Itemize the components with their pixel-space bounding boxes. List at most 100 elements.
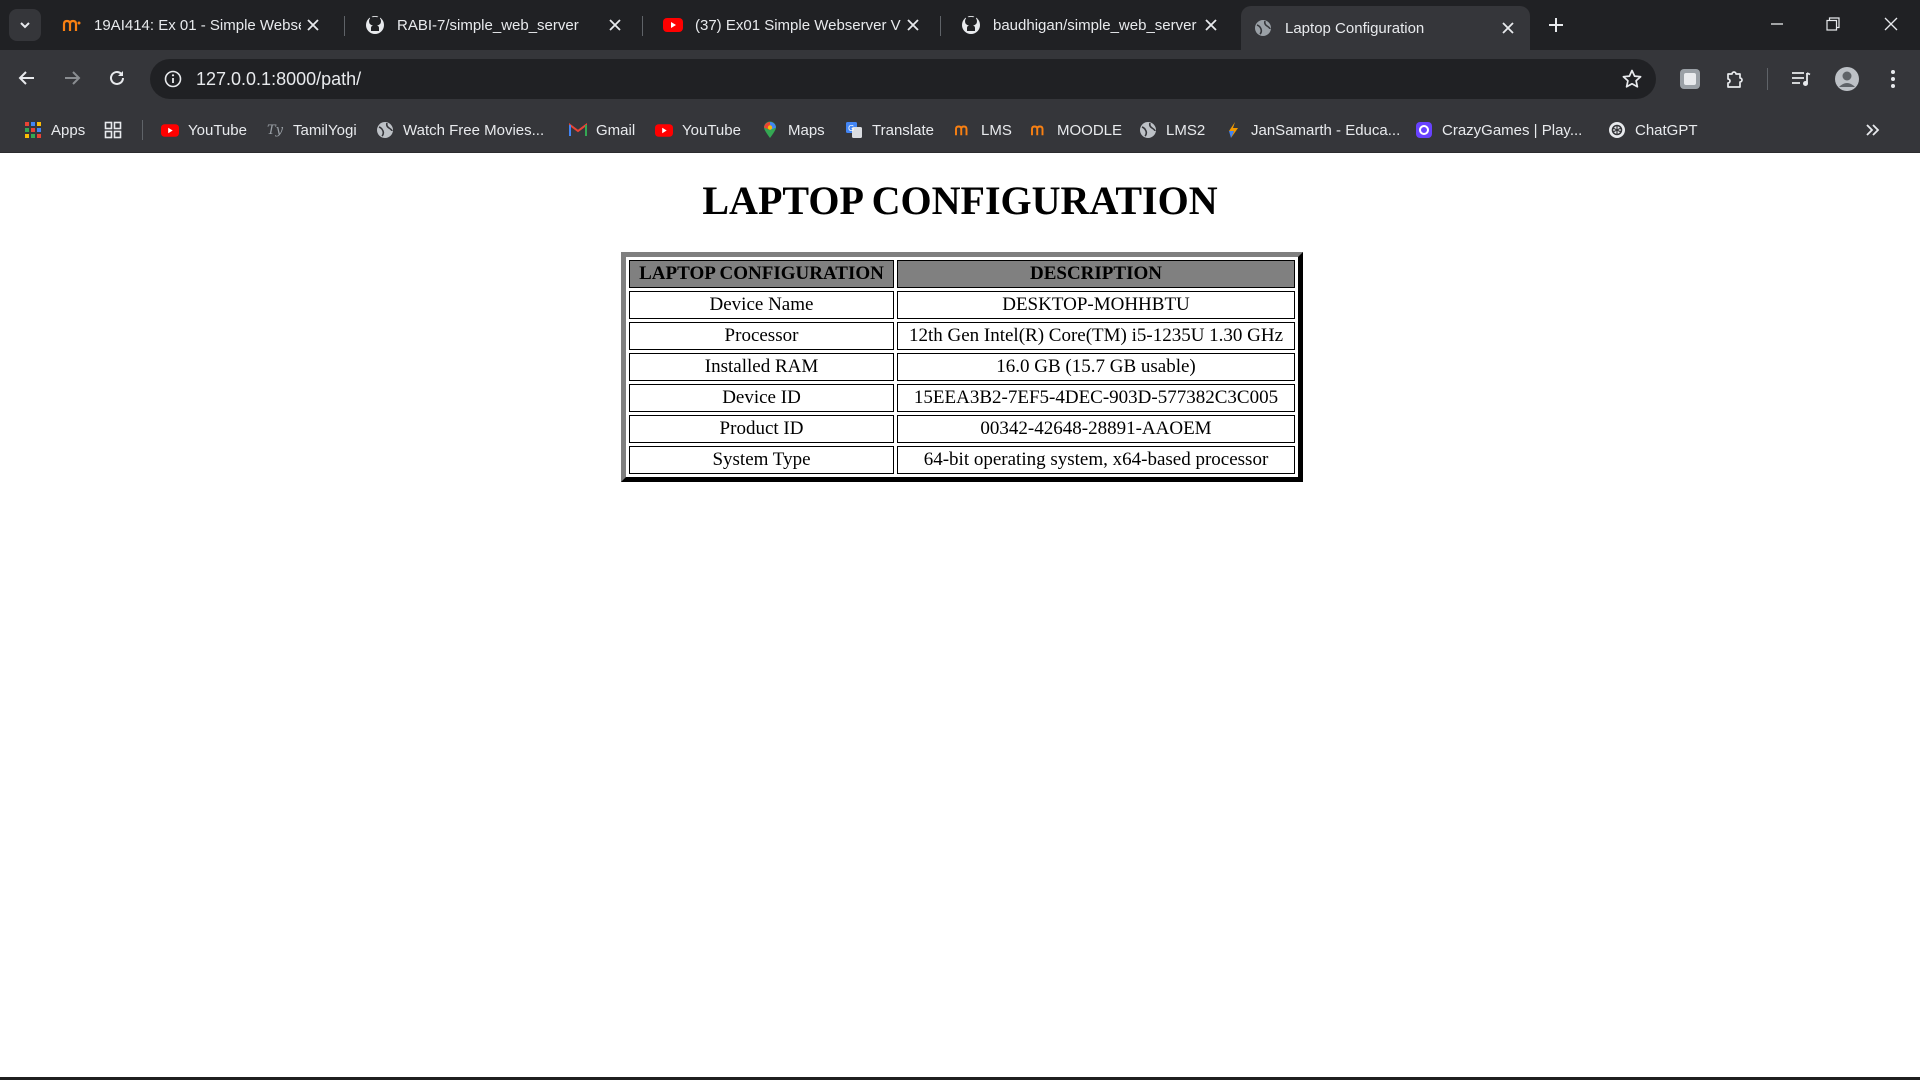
bookmark-gmail[interactable]: Gmail (569, 118, 635, 142)
tab-separator (940, 16, 941, 36)
moodle-icon (1030, 121, 1048, 139)
table-row: Processor 12th Gen Intel(R) Core(TM) i5-… (629, 322, 1295, 350)
bookmark-label: YouTube (188, 121, 247, 139)
bookmark-watch-free-movies[interactable]: Watch Free Movies... (376, 118, 544, 142)
minimize-button[interactable] (1754, 0, 1800, 48)
profile-avatar[interactable] (1832, 64, 1862, 94)
bookmark-label: ChatGPT (1635, 121, 1698, 139)
bookmark-label: MOODLE (1057, 121, 1123, 139)
tab-title: 19AI414: Ex 01 - Simple Webser (94, 16, 301, 34)
tab-moodle-ex01[interactable]: 19AI414: Ex 01 - Simple Webser (50, 6, 335, 44)
tab-separator (642, 16, 643, 36)
tab-github-baudhigan[interactable]: baudhigan/simple_web_server (949, 6, 1233, 44)
close-icon[interactable] (1496, 16, 1520, 40)
bookmark-lms2[interactable]: LMS2 (1139, 118, 1205, 142)
arrow-right-icon (65, 71, 81, 85)
chevron-down-icon (20, 22, 30, 29)
close-icon[interactable] (301, 13, 325, 37)
globe-icon (1139, 121, 1157, 139)
menu-button[interactable] (1878, 64, 1908, 94)
table-row: System Type 64-bit operating system, x64… (629, 446, 1295, 474)
bookmark-tamilyogi[interactable]: Ty TamilYogi (266, 118, 357, 142)
table-cell-value: 64-bit operating system, x64-based proce… (897, 446, 1295, 474)
close-icon[interactable] (1199, 13, 1223, 37)
bookmark-label: LMS (981, 121, 1012, 139)
close-icon[interactable] (901, 13, 925, 37)
bookmark-apps[interactable]: Apps (24, 118, 85, 142)
bookmark-label: Maps (788, 121, 825, 139)
reload-button[interactable] (100, 61, 134, 95)
bookmark-maps[interactable]: Maps (761, 118, 825, 142)
toolbar: 127.0.0.1:8000/path/ (0, 50, 1920, 108)
tab-github-rabi[interactable]: RABI-7/simple_web_server (353, 6, 637, 44)
bookmarks-overflow-button[interactable] (1865, 118, 1881, 142)
bookmark-translate[interactable]: G Translate (845, 118, 934, 142)
tab-title: RABI-7/simple_web_server (397, 16, 579, 34)
tab-youtube-ex01[interactable]: (37) Ex01 Simple Webserver VS (651, 6, 935, 44)
bookmark-tab-groups[interactable] (104, 118, 131, 142)
table-cell-label: System Type (629, 446, 894, 474)
url-text[interactable]: 127.0.0.1:8000/path/ (196, 69, 361, 90)
restore-button[interactable] (1810, 0, 1856, 48)
tab-separator (344, 16, 345, 36)
table-cell-label: Processor (629, 322, 894, 350)
toolbar-divider (1767, 68, 1768, 90)
bookmark-youtube-2[interactable]: YouTube (655, 118, 741, 142)
bookmark-label: Gmail (596, 121, 636, 139)
moodle-icon (954, 121, 972, 139)
tab-title: baudhigan/simple_web_server (993, 16, 1197, 34)
tab-strip: 19AI414: Ex 01 - Simple Webser RABI-7/si… (0, 0, 1920, 50)
table-header: DESCRIPTION (897, 260, 1295, 288)
puzzle-icon (1727, 71, 1743, 88)
table-row: Device Name DESKTOP-MOHHBTU (629, 291, 1295, 319)
page-title: LAPTOP CONFIGURATION (702, 178, 1218, 223)
bookmark-label: Apps (51, 121, 86, 139)
extensions-button[interactable] (1721, 64, 1751, 94)
site-info-icon[interactable] (160, 66, 186, 92)
close-window-button[interactable] (1868, 0, 1914, 48)
crazygames-icon (1415, 121, 1433, 139)
table-row: Product ID 00342-42648-28891-AAOEM (629, 415, 1295, 443)
forward-button[interactable] (55, 61, 89, 95)
bookmark-youtube[interactable]: YouTube (161, 118, 247, 142)
more-vert-icon (1891, 70, 1895, 88)
arrow-left-icon (18, 71, 34, 85)
minimize-icon (1771, 23, 1783, 25)
bookmark-label: Watch Free Movies... (403, 121, 545, 139)
reload-icon (110, 70, 124, 85)
table-cell-value: 15EEA3B2-7EF5-4DEC-903D-577382C3C005 (897, 384, 1295, 412)
grid-icon (104, 121, 122, 139)
restore-icon (1826, 17, 1840, 31)
bookmark-label: YouTube (682, 121, 741, 139)
table-cell-label: Installed RAM (629, 353, 894, 381)
youtube-icon (663, 15, 683, 35)
table-cell-label: Product ID (629, 415, 894, 443)
github-icon (365, 15, 385, 35)
plus-icon (1549, 18, 1563, 32)
youtube-icon (161, 121, 179, 139)
bookmark-label: CrazyGames | Play... (1442, 121, 1583, 139)
bookmarks-divider (142, 120, 143, 140)
bookmark-crazygames[interactable]: CrazyGames | Play... (1415, 118, 1582, 142)
bookmark-moodle[interactable]: MOODLE (1030, 118, 1122, 142)
media-control-button[interactable] (1786, 64, 1816, 94)
bookmark-label: JanSamarth - Educa... (1251, 121, 1401, 139)
youtube-icon (655, 121, 673, 139)
bookmark-chatgpt[interactable]: ChatGPT (1608, 118, 1698, 142)
extension-button[interactable] (1675, 64, 1705, 94)
bookmark-jansamarth[interactable]: JanSamarth - Educa... (1224, 118, 1400, 142)
configuration-table: LAPTOP CONFIGURATION DESCRIPTION Device … (621, 252, 1303, 482)
bookmark-lms[interactable]: LMS (954, 118, 1012, 142)
bookmark-label: Translate (872, 121, 934, 139)
github-icon (961, 15, 981, 35)
table-row: Device ID 15EEA3B2-7EF5-4DEC-903D-577382… (629, 384, 1295, 412)
back-button[interactable] (10, 61, 44, 95)
address-bar[interactable]: 127.0.0.1:8000/path/ (150, 59, 1656, 99)
close-icon[interactable] (603, 13, 627, 37)
tab-laptop-configuration[interactable]: Laptop Configuration (1241, 6, 1530, 50)
bookmarks-bar: Apps YouTube Ty TamilYogi Watch Free Mov… (0, 108, 1920, 153)
table-cell-value: 00342-42648-28891-AAOEM (897, 415, 1295, 443)
new-tab-button[interactable] (1541, 10, 1571, 40)
bookmark-star-icon[interactable] (1620, 67, 1644, 91)
tab-search-button[interactable] (9, 9, 41, 41)
